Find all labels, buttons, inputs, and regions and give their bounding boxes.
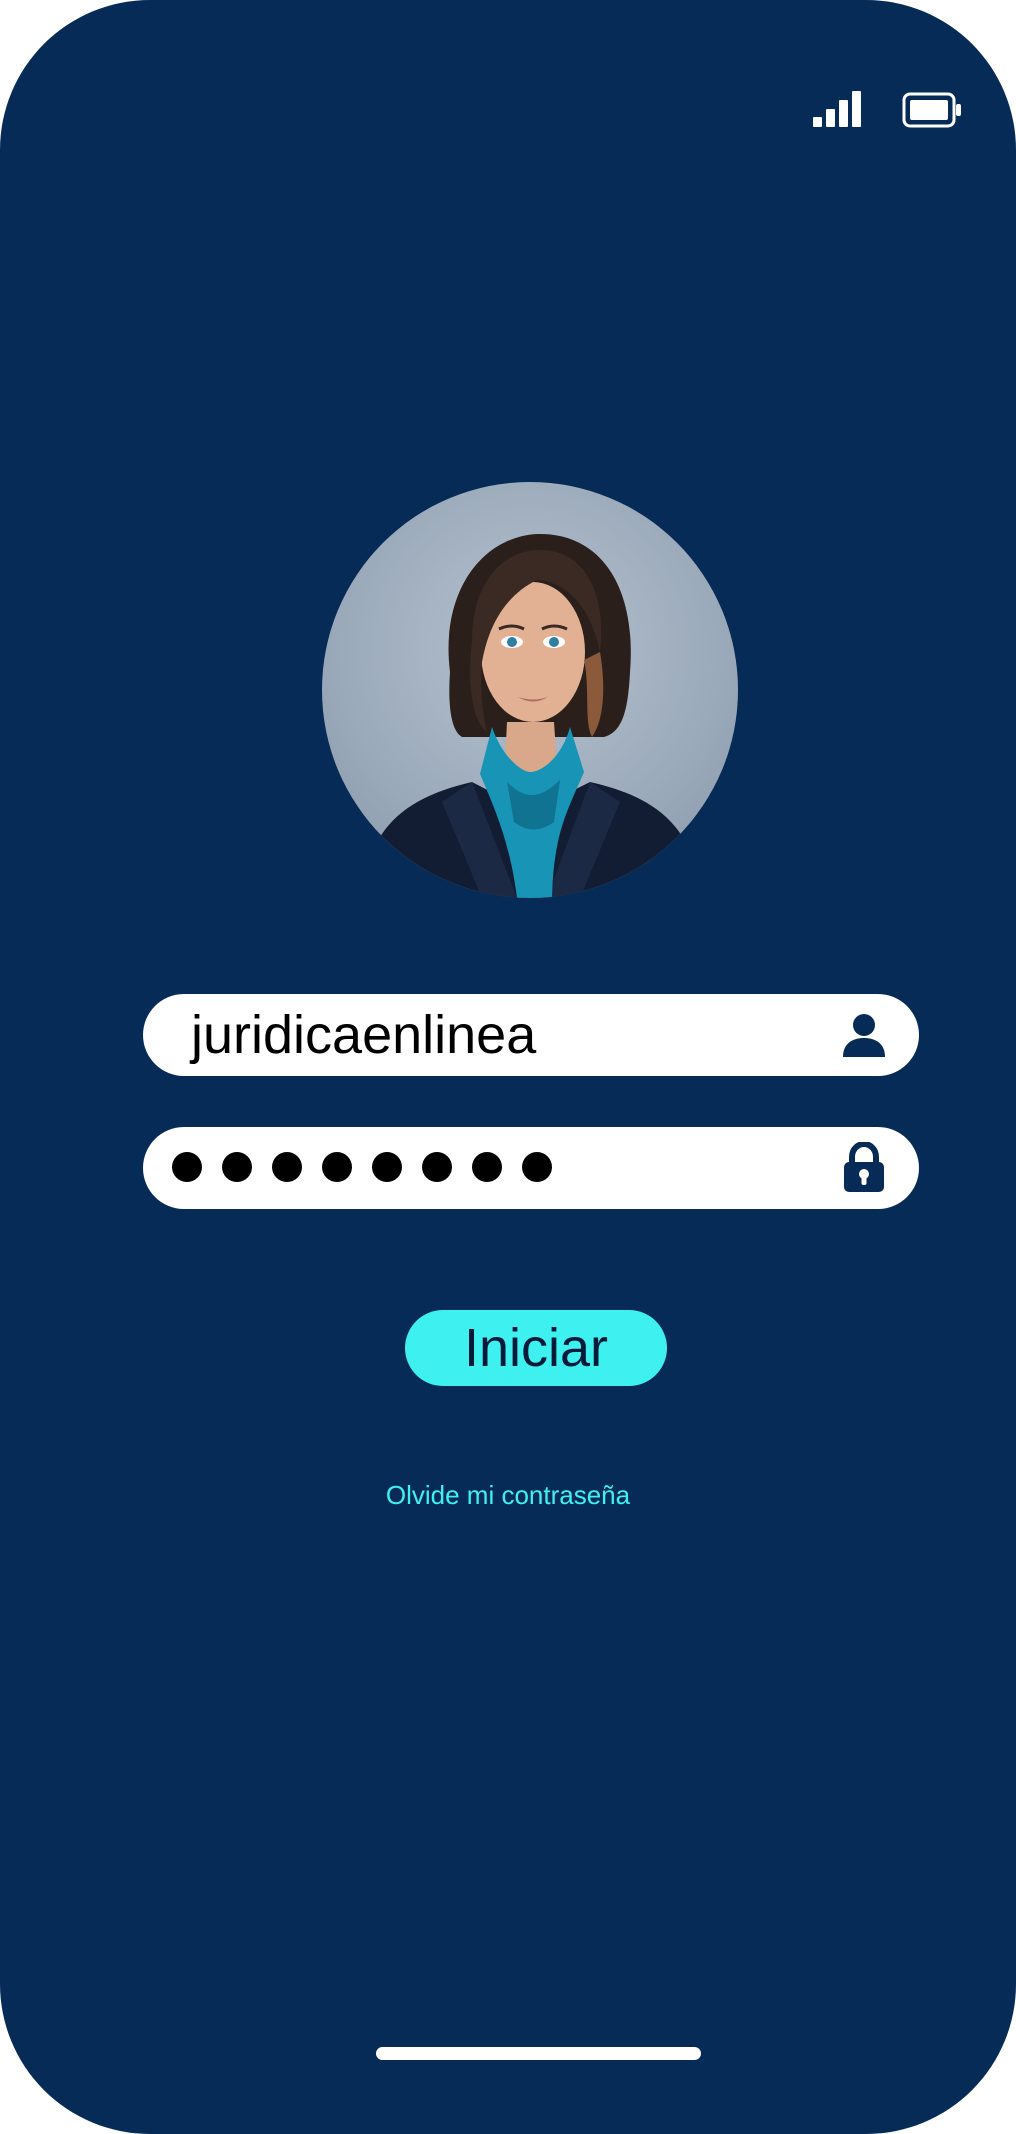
lock-icon	[844, 1142, 884, 1192]
user-icon	[843, 1014, 885, 1057]
home-indicator[interactable]	[376, 2047, 701, 2060]
password-dot	[372, 1152, 402, 1182]
password-field[interactable]	[143, 1127, 919, 1209]
password-dot	[522, 1152, 552, 1182]
password-dot	[222, 1152, 252, 1182]
password-dot	[272, 1152, 302, 1182]
password-dot	[172, 1152, 202, 1182]
login-screen: juridicaenlinea Iniciar Olvide mi contra…	[0, 0, 1016, 2134]
password-dots[interactable]	[172, 1152, 552, 1184]
password-dot	[472, 1152, 502, 1182]
login-button-label: Iniciar	[463, 1318, 609, 1378]
login-button[interactable]: Iniciar	[405, 1310, 667, 1386]
profile-avatar	[322, 482, 738, 898]
password-dot	[322, 1152, 352, 1182]
profile-photo	[362, 533, 702, 898]
forgot-password-link[interactable]: Olvide mi contraseña	[0, 1480, 1016, 1511]
password-dot	[422, 1152, 452, 1182]
battery-icon	[902, 92, 961, 128]
username-field[interactable]: juridicaenlinea	[143, 994, 919, 1076]
username-value[interactable]: juridicaenlinea	[191, 994, 536, 1076]
signal-icon	[813, 91, 861, 127]
